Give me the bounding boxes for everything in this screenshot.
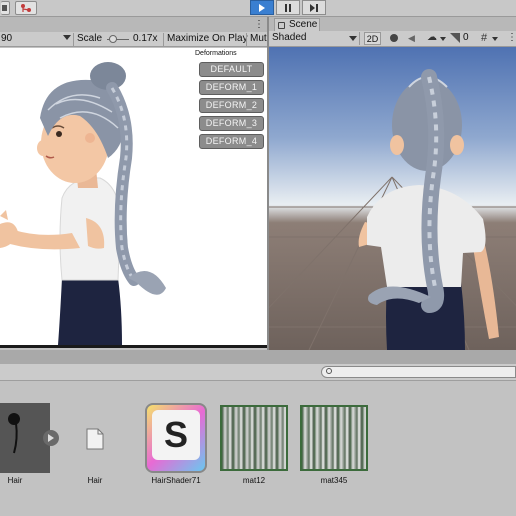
grid-icon[interactable]: # — [481, 32, 487, 44]
mode-2d-toggle[interactable]: 2D — [364, 32, 381, 45]
game-toolbar: 90 Scale 0.17x Maximize On Play Mut — [0, 32, 268, 47]
game-view-border — [0, 345, 268, 348]
step-button[interactable] — [302, 0, 326, 15]
scale-value: 0.17x — [133, 33, 158, 44]
asset-tile[interactable] — [300, 405, 368, 471]
shading-mode-dropdown[interactable]: Shaded — [272, 32, 306, 43]
scene-tab-icon — [278, 22, 285, 29]
game-tabbar: ⋮ — [0, 17, 267, 32]
git-icon — [21, 4, 31, 12]
layers-button[interactable] — [1, 1, 10, 15]
chevron-down-icon[interactable] — [492, 37, 498, 41]
layers-icon — [2, 5, 7, 11]
panel-divider-strip — [0, 350, 516, 364]
chevron-down-icon[interactable] — [63, 35, 71, 40]
deformation-3-button[interactable]: DEFORM_3 — [199, 116, 264, 131]
asset-tile[interactable] — [0, 403, 59, 473]
deformations-title: Deformations — [195, 50, 237, 57]
pause-icon — [285, 3, 291, 12]
asset-label: mat12 — [242, 476, 266, 485]
hidden-objects-icon[interactable] — [450, 33, 460, 43]
chevron-down-icon[interactable] — [440, 37, 446, 41]
material-thumbnail — [300, 405, 368, 471]
shader-icon: S — [145, 403, 207, 473]
scene-viewport[interactable] — [269, 47, 516, 350]
asset-label: mat345 — [320, 476, 348, 485]
asset-tile[interactable]: S — [145, 403, 207, 473]
pause-button[interactable] — [276, 0, 300, 15]
asset-tile[interactable] — [86, 428, 104, 450]
search-field[interactable] — [321, 366, 516, 378]
project-assets-grid: Hair Hair S HairShader71 mat12 mat345 — [0, 381, 516, 516]
gizmo-count: 0 — [463, 32, 469, 43]
play-controls — [250, 0, 326, 16]
divider — [73, 33, 74, 46]
game-viewport[interactable]: Deformations DEFAULT DEFORM_1 DEFORM_2 D… — [0, 48, 267, 345]
mute-audio-toggle[interactable]: Mut — [250, 33, 267, 44]
resolution-value[interactable]: 90 — [1, 33, 12, 44]
scene-character-illustration — [358, 69, 499, 350]
shader-icon-face: S — [152, 410, 200, 460]
scene-tab-label: Scene — [289, 19, 318, 30]
hair-model-icon — [8, 413, 20, 454]
asset-tile[interactable] — [220, 405, 288, 471]
project-toolbar — [0, 364, 516, 381]
asset-label: Hair — [87, 476, 103, 485]
maximize-on-play-toggle[interactable]: Maximize On Play — [167, 33, 248, 44]
lighting-icon[interactable] — [390, 34, 398, 42]
collab-button[interactable] — [15, 1, 37, 15]
scale-slider[interactable] — [107, 35, 129, 43]
scene-tabbar: Scene — [269, 17, 516, 31]
divider — [359, 32, 360, 45]
expand-arrow-glyph — [48, 434, 54, 442]
file-icon — [86, 428, 104, 450]
search-icon — [326, 368, 332, 374]
deformation-4-button[interactable]: DEFORM_4 — [199, 134, 264, 149]
scene-toolbar: Shaded 2D ◀ ☁ 0 # ⋮ — [269, 31, 516, 47]
divider — [246, 33, 247, 46]
tab-scene[interactable]: Scene — [274, 18, 320, 31]
step-icon — [309, 3, 318, 12]
scale-slider-knob[interactable] — [109, 35, 117, 43]
deformation-default-button[interactable]: DEFAULT — [199, 62, 264, 77]
deformation-1-button[interactable]: DEFORM_1 — [199, 80, 264, 95]
asset-label: Hair — [7, 476, 23, 485]
divider — [163, 33, 164, 46]
kebab-menu-icon[interactable]: ⋮ — [254, 19, 264, 30]
main-toolbar — [0, 0, 516, 17]
material-thumbnail — [220, 405, 288, 471]
effects-icon[interactable]: ☁ — [427, 32, 437, 43]
audio-icon[interactable]: ◀ — [408, 33, 415, 44]
deformation-2-button[interactable]: DEFORM_2 — [199, 98, 264, 113]
scale-label: Scale — [77, 33, 103, 44]
asset-label: HairShader71 — [151, 476, 201, 485]
play-icon — [259, 3, 265, 12]
play-button[interactable] — [250, 0, 274, 15]
chevron-down-icon[interactable] — [349, 36, 357, 41]
kebab-menu-icon[interactable]: ⋮ — [507, 32, 516, 43]
